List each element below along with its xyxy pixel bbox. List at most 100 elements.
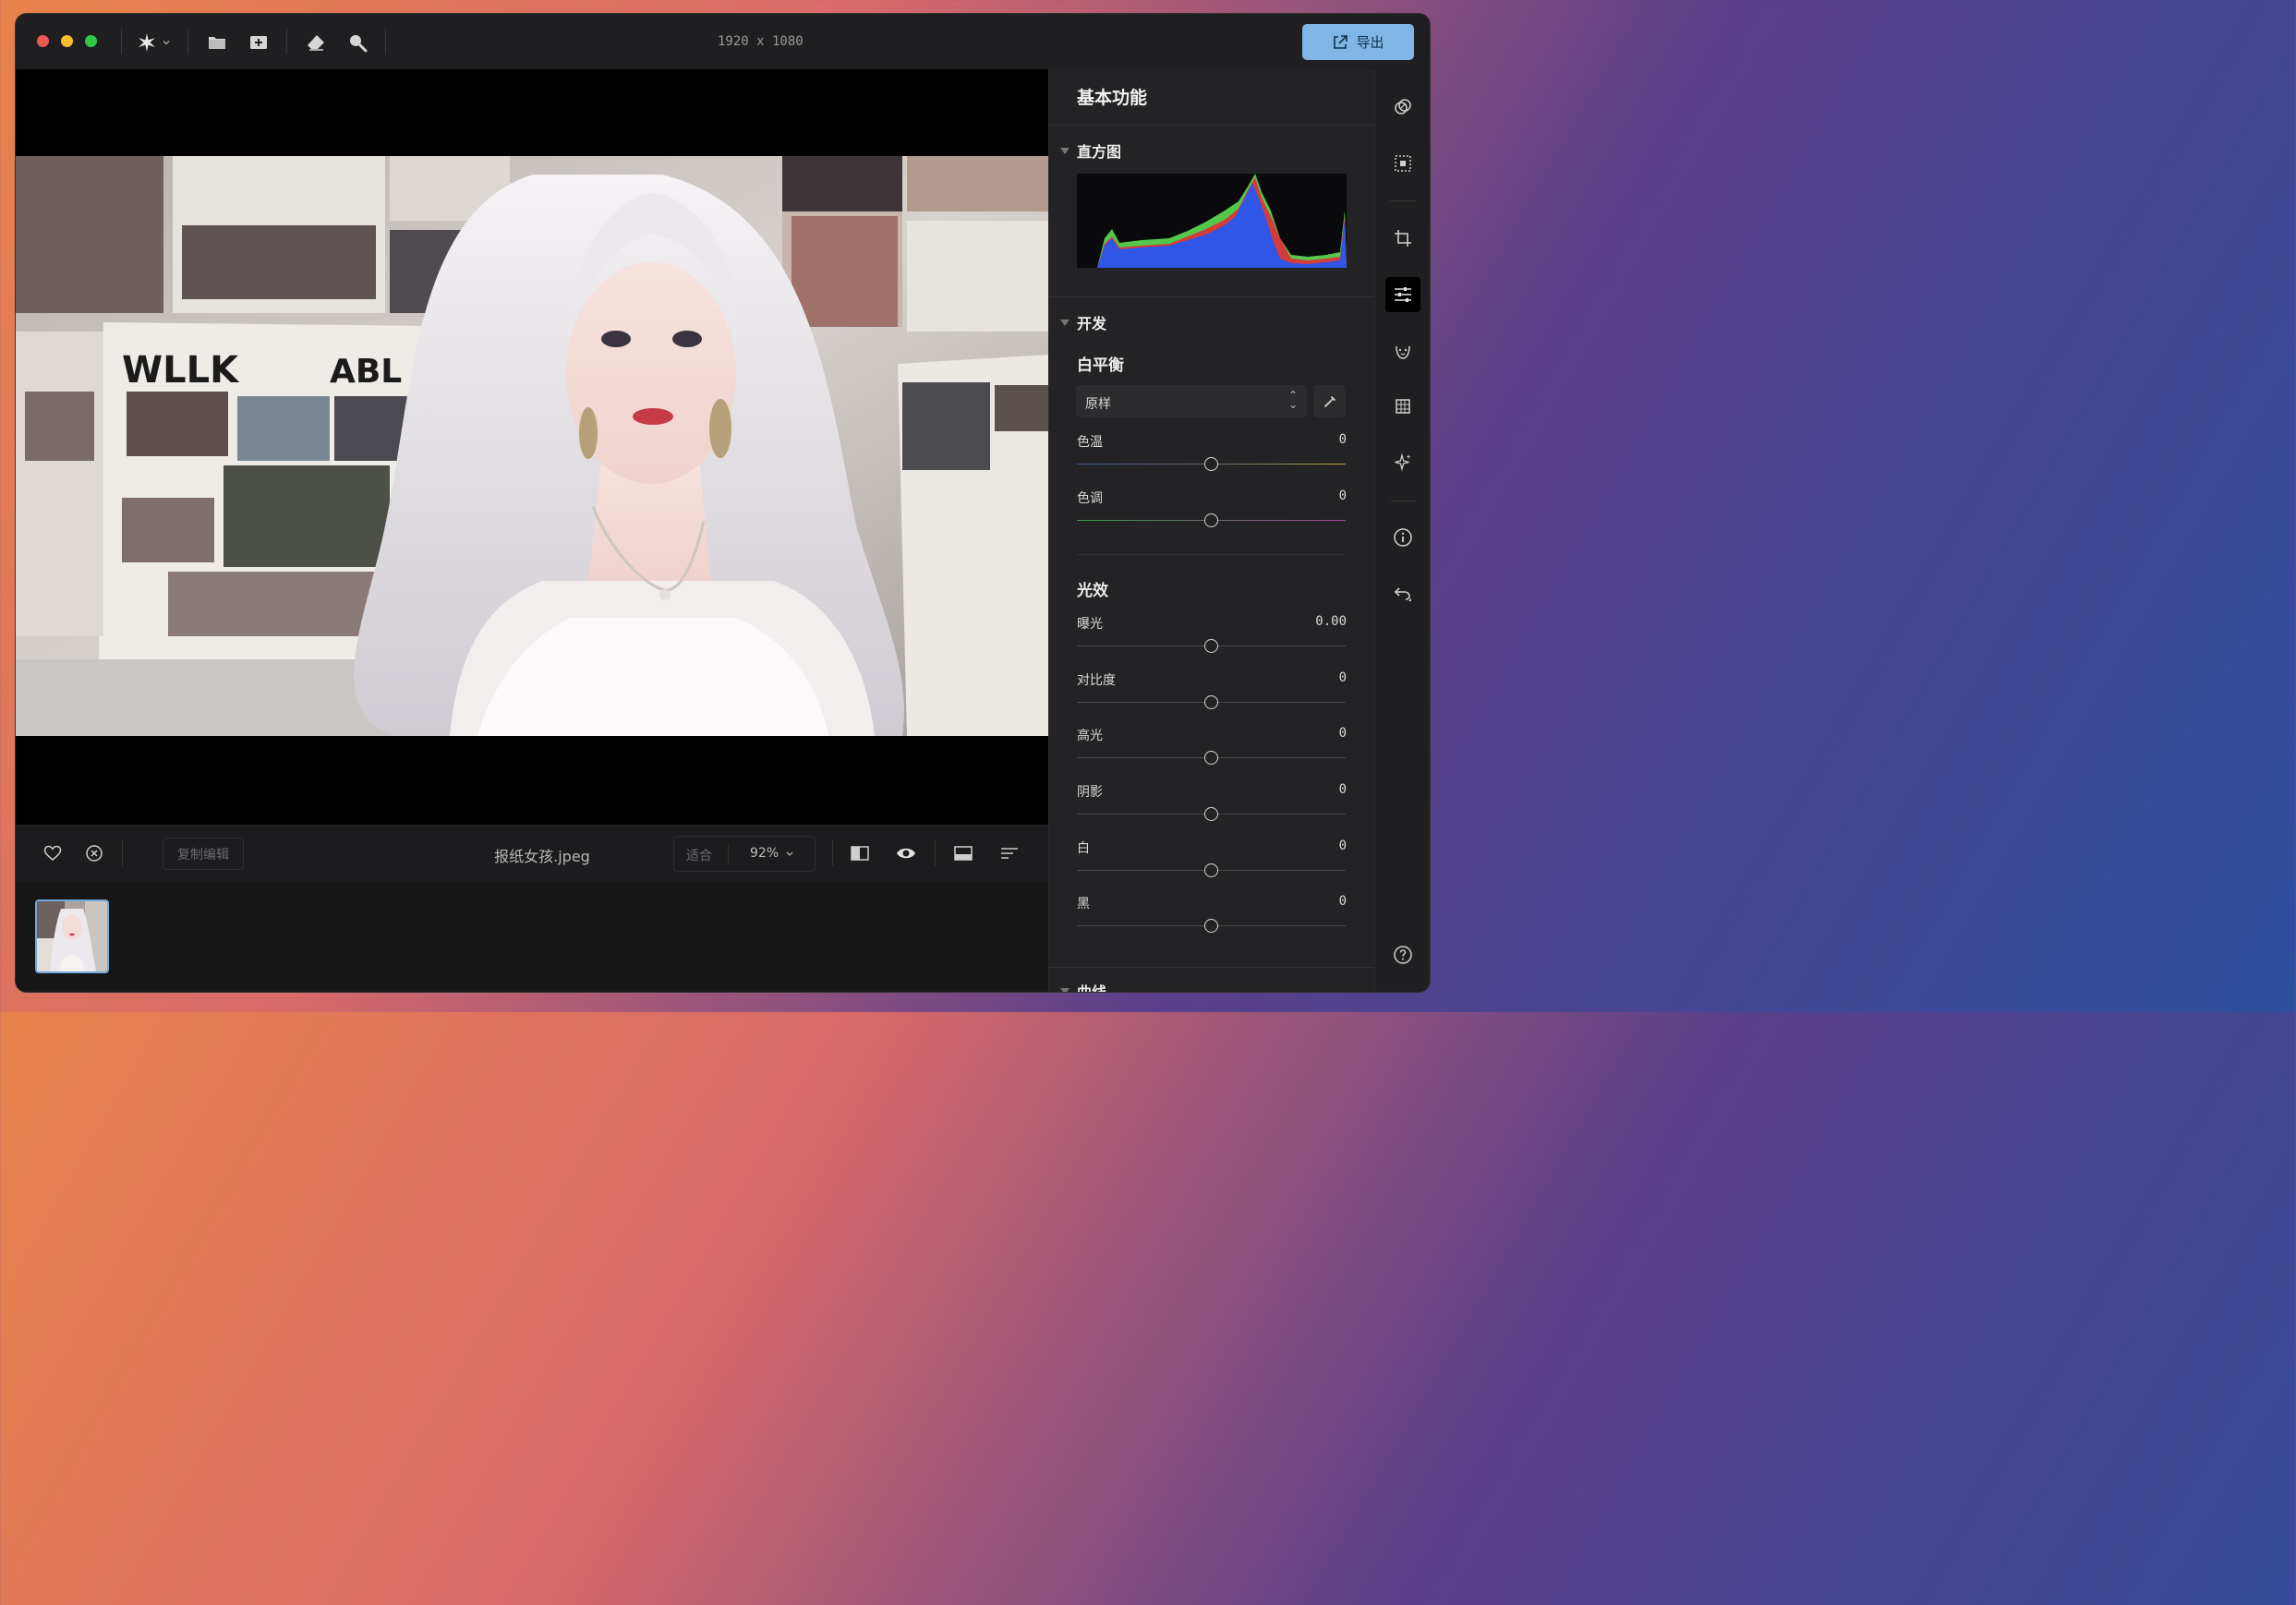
eyedropper-button[interactable]: [1313, 385, 1346, 417]
zoom-fit-button[interactable]: 适合: [686, 846, 712, 864]
tint-slider-handle[interactable]: [1204, 513, 1218, 527]
tint-label: 色调: [1077, 491, 1103, 506]
grid-frame-icon[interactable]: [1389, 392, 1417, 420]
app-window: 1920 x 1080 导出 WLLK ABL 复制编辑 报纸女孩.jpeg 适…: [16, 14, 1430, 992]
svg-text:WLLK: WLLK: [122, 349, 240, 392]
light-title: 光效: [1077, 582, 1108, 600]
image-canvas[interactable]: WLLK ABL BFIAET: [16, 69, 1048, 825]
blacks-label: 黑: [1077, 897, 1090, 911]
folder-icon[interactable]: [205, 30, 229, 54]
whites-slider-handle[interactable]: [1204, 863, 1218, 877]
reject-icon[interactable]: [84, 843, 104, 863]
panel-divider: [1077, 554, 1346, 555]
updown-chevron-icon: ⌃ ⌄: [1287, 389, 1298, 411]
retouch-face-icon[interactable]: [1389, 337, 1417, 365]
eyedropper-icon: [1323, 395, 1335, 407]
eraser-icon[interactable]: [304, 30, 328, 54]
histogram-title: 直方图: [1077, 143, 1122, 161]
add-image-icon[interactable]: [247, 30, 271, 54]
bottom-divider: [935, 840, 936, 866]
whites-value[interactable]: 0: [1339, 839, 1347, 853]
export-button[interactable]: 导出: [1302, 24, 1414, 60]
toolbar: 1920 x 1080 导出: [16, 14, 1430, 70]
zoom-divider: [728, 843, 729, 863]
highlights-slider-handle[interactable]: [1204, 751, 1218, 765]
panel-divider: [1049, 125, 1375, 126]
exposure-slider-handle[interactable]: [1204, 639, 1218, 653]
histogram-graph: [1097, 174, 1347, 268]
zoom-window-button[interactable]: [85, 35, 97, 47]
curves-section-header[interactable]: 曲线: [1060, 980, 1106, 992]
eye-icon[interactable]: [896, 843, 916, 863]
close-window-button[interactable]: [37, 35, 49, 47]
exposure-label: 曝光: [1077, 617, 1103, 632]
white-balance-title: 白平衡: [1077, 356, 1124, 375]
highlights-value[interactable]: 0: [1339, 726, 1347, 741]
curves-title: 曲线: [1077, 980, 1106, 992]
develop-section-header[interactable]: 开发: [1060, 311, 1106, 333]
collapse-caret-icon: [1060, 319, 1069, 326]
sort-icon[interactable]: [999, 843, 1020, 863]
whites-label: 白: [1077, 841, 1090, 856]
zoom-control[interactable]: 适合 92%: [673, 836, 816, 872]
sparkle-icon[interactable]: [135, 30, 159, 54]
bottom-divider: [832, 840, 833, 866]
image-dimensions: 1920 x 1080: [718, 34, 804, 49]
photo-illustration: WLLK ABL BFIAET: [16, 156, 1048, 736]
crop-icon[interactable]: [1389, 224, 1417, 252]
bottom-divider: [122, 840, 123, 866]
tool-rail: [1374, 69, 1430, 992]
histogram-section-header[interactable]: 直方图: [1060, 139, 1121, 162]
develop-title: 开发: [1077, 315, 1107, 332]
contrast-label: 对比度: [1077, 673, 1116, 688]
blacks-value[interactable]: 0: [1339, 894, 1347, 909]
white-balance-select[interactable]: 原样 ⌃ ⌄: [1076, 385, 1307, 417]
filmstrip-toggle-icon[interactable]: [953, 843, 973, 863]
blacks-slider-handle[interactable]: [1204, 919, 1218, 933]
chevron-down-icon[interactable]: [785, 851, 794, 858]
minimize-window-button[interactable]: [61, 35, 73, 47]
export-icon: [1334, 34, 1348, 49]
zoom-value[interactable]: 92%: [750, 846, 779, 861]
rail-divider: [1390, 200, 1416, 201]
shadows-value[interactable]: 0: [1339, 782, 1347, 797]
contrast-value[interactable]: 0: [1339, 670, 1347, 685]
temperature-value[interactable]: 0: [1339, 432, 1347, 447]
photo-preview[interactable]: WLLK ABL BFIAET: [16, 156, 1048, 736]
chevron-down-icon[interactable]: [160, 30, 173, 54]
info-icon[interactable]: [1389, 524, 1417, 551]
histogram: [1077, 174, 1347, 268]
help-icon[interactable]: [1389, 941, 1417, 969]
collapse-caret-icon: [1060, 987, 1069, 992]
presets-icon[interactable]: [1389, 93, 1417, 121]
toolbar-divider: [187, 29, 188, 54]
panel-divider: [1049, 296, 1375, 297]
filmstrip: [16, 882, 1048, 992]
heart-icon[interactable]: [42, 843, 63, 863]
panel-title: 基本功能: [1077, 88, 1148, 108]
file-name: 报纸女孩.jpeg: [494, 848, 590, 865]
contrast-slider-handle[interactable]: [1204, 695, 1218, 709]
highlights-label: 高光: [1077, 729, 1103, 743]
panel-divider: [1049, 967, 1375, 968]
adjustments-icon[interactable]: [1385, 277, 1420, 312]
exposure-value[interactable]: 0.00: [1315, 614, 1347, 629]
collapse-caret-icon: [1060, 147, 1069, 154]
thumbnail-image: [37, 901, 107, 971]
shadows-slider-handle[interactable]: [1204, 807, 1218, 821]
undo-history-icon[interactable]: [1389, 580, 1417, 608]
search-icon[interactable]: [345, 30, 369, 54]
export-label: 导出: [1356, 34, 1384, 51]
toolbar-divider: [121, 29, 122, 54]
thumbnail-item[interactable]: [35, 899, 109, 973]
tint-value[interactable]: 0: [1339, 489, 1347, 503]
temperature-label: 色温: [1077, 435, 1103, 450]
copy-edit-button[interactable]: 复制编辑: [163, 838, 244, 870]
ai-sparkle-icon[interactable]: [1389, 449, 1417, 477]
temperature-slider-handle[interactable]: [1204, 457, 1218, 471]
selection-icon[interactable]: [1389, 150, 1417, 177]
white-balance-mode: 原样: [1085, 397, 1111, 412]
bottom-toolbar: 复制编辑 报纸女孩.jpeg 适合 92%: [16, 825, 1048, 883]
adjustments-panel: 基本功能 直方图 开发 白平衡 原样 ⌃ ⌄ 色温 0 色调 0 光效 曝光 0…: [1048, 69, 1375, 992]
compare-split-icon[interactable]: [850, 843, 870, 863]
